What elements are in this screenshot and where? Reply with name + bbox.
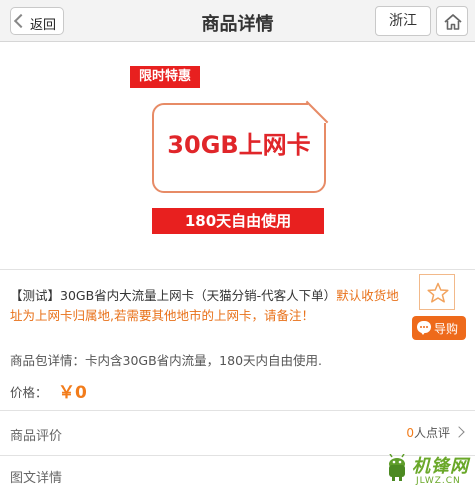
package-detail: 商品包详情：卡内含30GB省内流量，180天内自由使用.: [10, 350, 465, 369]
product-title: 【测试】30GB省内大流量上网卡（天猫分销-代客人下单）: [10, 288, 337, 303]
product-detail-page: 返回 商品详情 浙江 限时特惠 30GB上网卡 180天自由使用 【测试】30G…: [0, 0, 475, 492]
watermark-url: JLWZ.CN: [416, 476, 461, 486]
package-detail-text: 卡内含30GB省内流量，180天内自由使用.: [85, 353, 323, 368]
watermark-text: 机锋网: [412, 456, 469, 477]
star-icon: [427, 282, 449, 303]
usage-days-bar: 180天自由使用: [152, 208, 324, 234]
home-icon: [444, 14, 462, 30]
product-info-section: 【测试】30GB省内大流量上网卡（天猫分销-代客人下单）默认收货地址为上网卡归属…: [0, 269, 475, 339]
top-nav-bar: 返回 商品详情 浙江: [0, 0, 475, 42]
review-count: 0人点评: [406, 424, 450, 441]
package-detail-label: 商品包详情：: [10, 353, 86, 368]
review-count-suffix: 人点评: [413, 426, 450, 440]
shopping-guide-label: 导购: [434, 322, 459, 336]
product-banner-image: 限时特惠 30GB上网卡 180天自由使用: [0, 43, 475, 268]
region-selector-button[interactable]: 浙江: [375, 6, 431, 36]
chevron-right-icon: [453, 426, 465, 438]
shopping-guide-button[interactable]: 导购: [412, 316, 466, 340]
sim-card-text: 30GB上网卡: [167, 131, 311, 159]
home-button[interactable]: [436, 6, 468, 36]
price-row: 价格： ￥0: [10, 378, 465, 403]
android-robot-icon: [389, 454, 405, 481]
review-count-number: 0: [406, 426, 414, 440]
product-name: 【测试】30GB省内大流量上网卡（天猫分销-代客人下单）默认收货地址为上网卡归属…: [10, 286, 408, 326]
price-value: ￥0: [58, 383, 87, 403]
chat-bubble-icon: [417, 321, 431, 335]
promo-tag: 限时特惠: [130, 66, 200, 88]
site-watermark: 机锋网 JLWZ.CN: [384, 448, 474, 492]
price-label: 价格：: [10, 385, 48, 400]
favorite-button[interactable]: [419, 274, 455, 310]
graphic-detail-label: 图文详情: [10, 471, 63, 486]
reviews-label: 商品评价: [10, 429, 63, 444]
